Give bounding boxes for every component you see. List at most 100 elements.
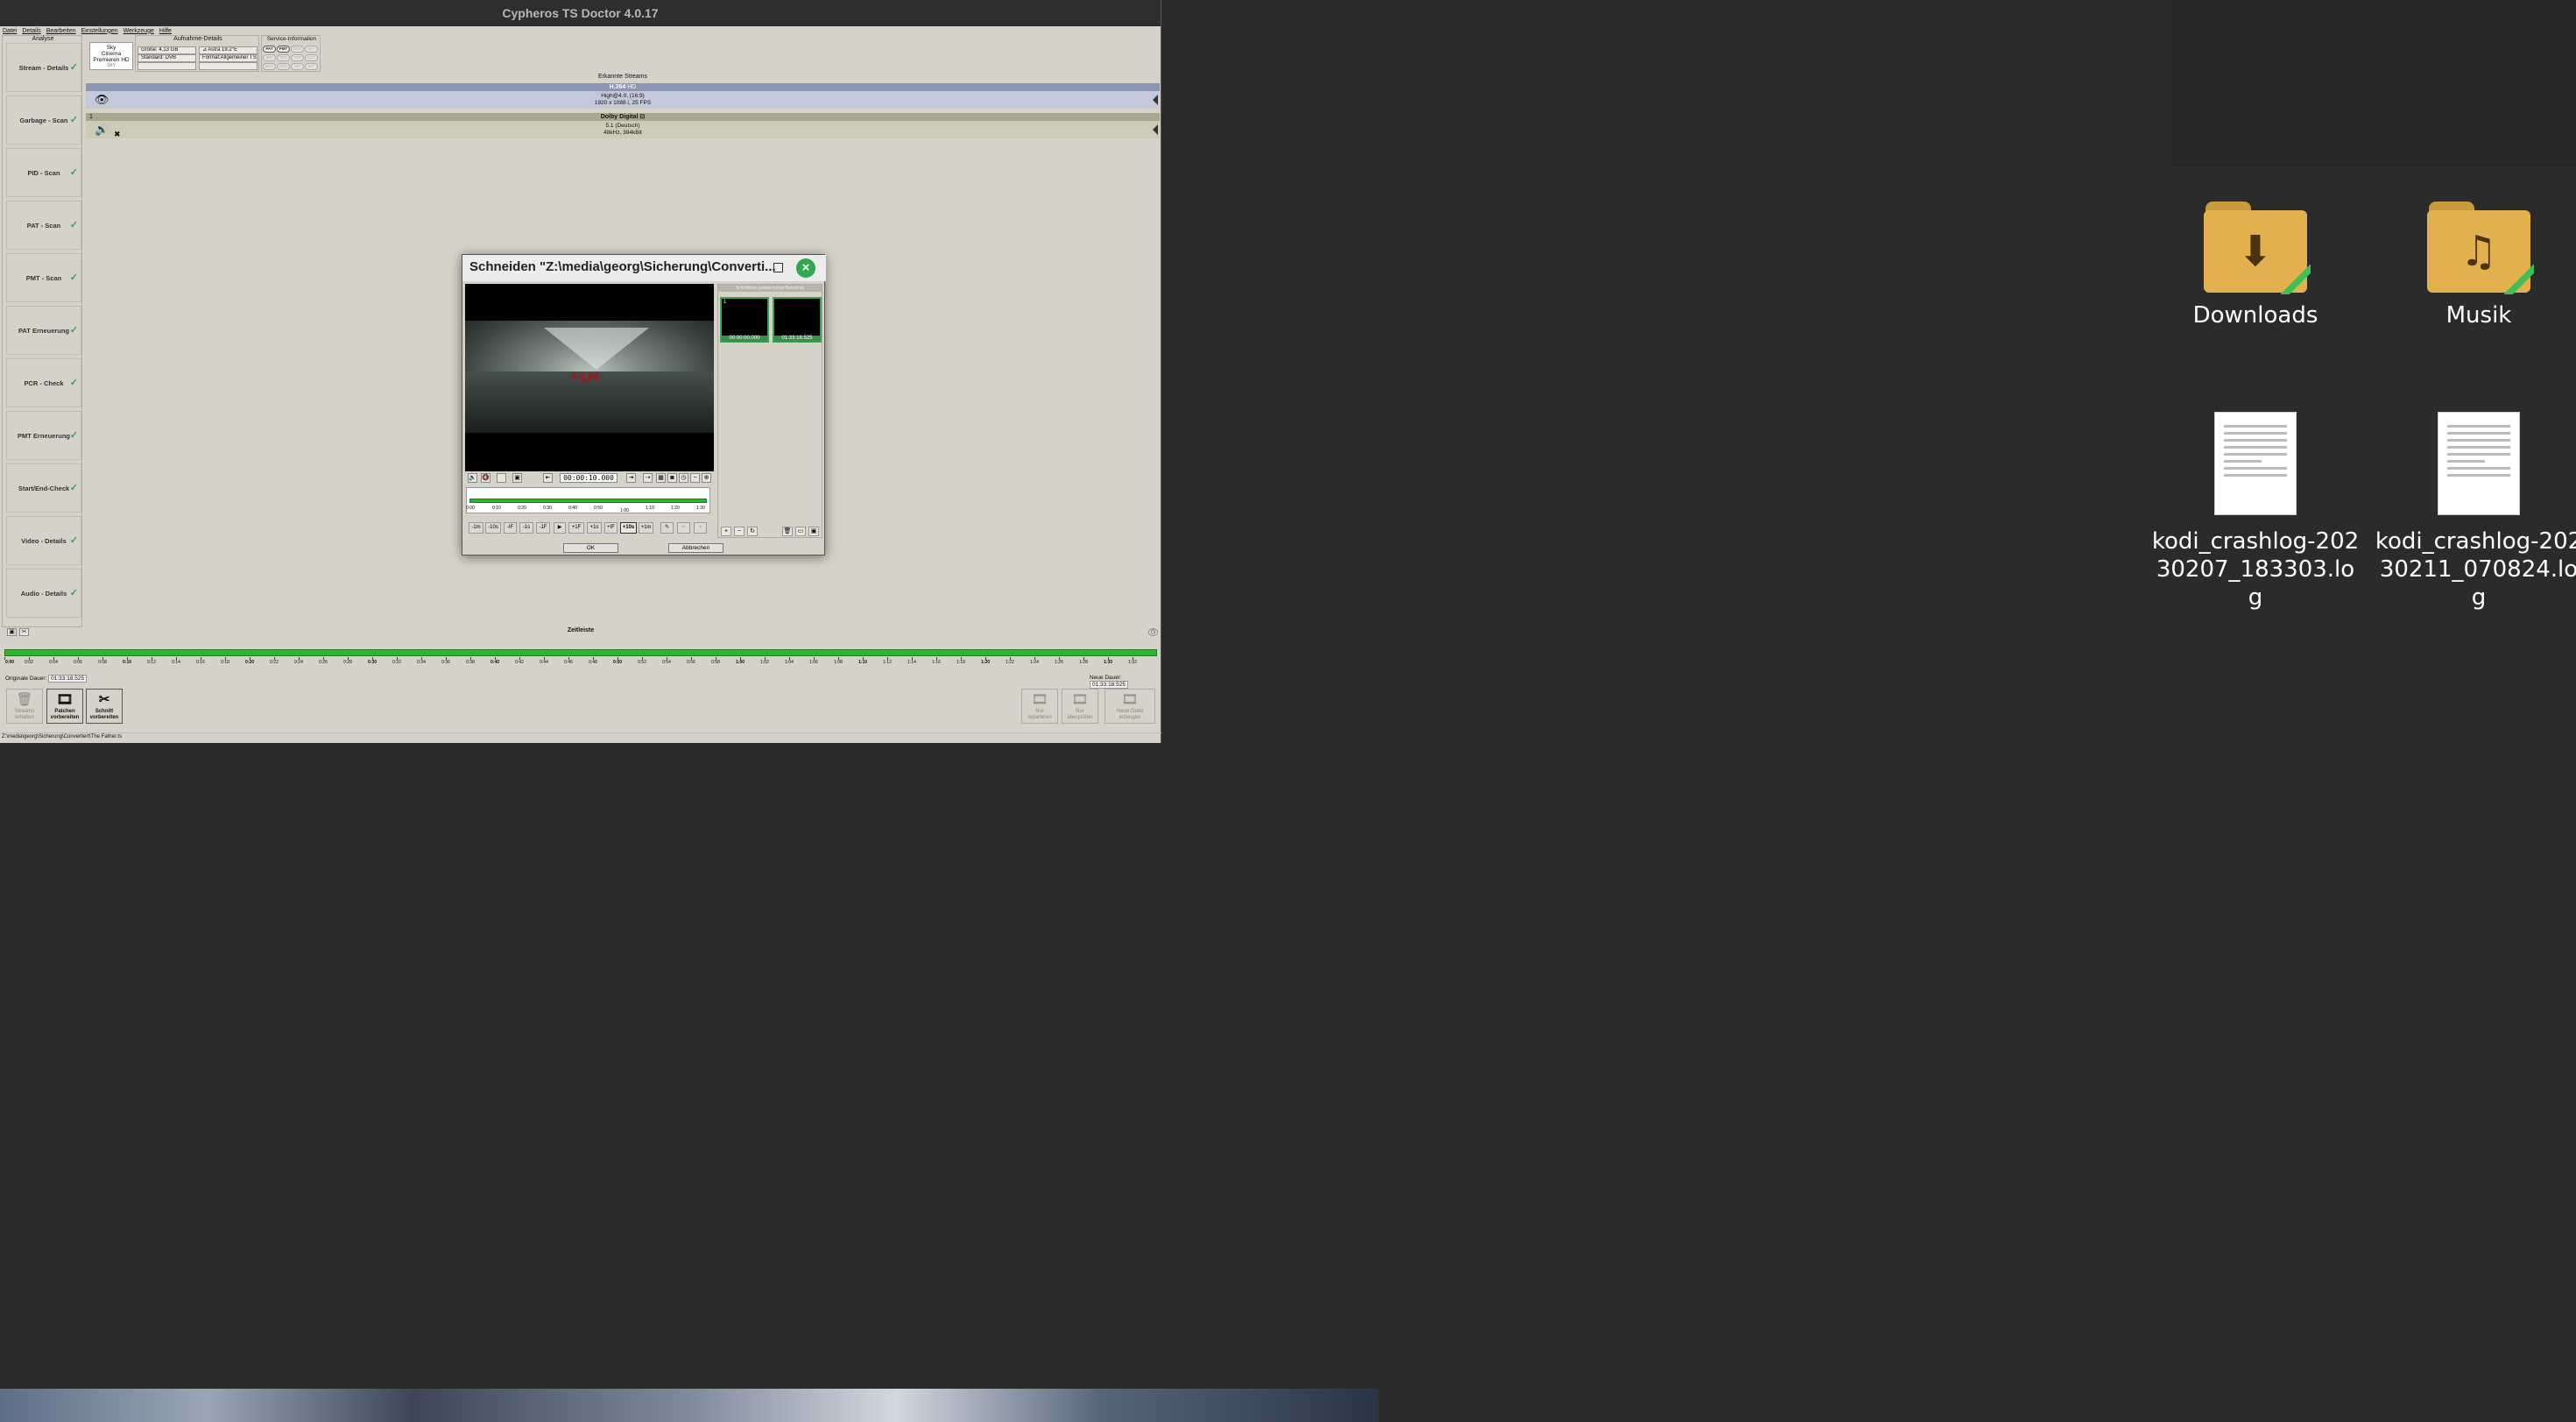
create-new-file-button[interactable]: 🎞 Neue Datei erzeugen [1105,689,1155,724]
audio-stream-row[interactable]: 🔊 ✖ 5.1 (Deutsch) 48kHz, 384kBit [86,121,1160,138]
jump-start-icon[interactable]: ⇤ [543,473,553,483]
pencil-icon[interactable]: ✎ [660,522,674,534]
cut-marker-start[interactable]: 1 00:00:00.000 [720,297,769,343]
step-minus-10s[interactable]: -10s [485,522,501,534]
blank-button[interactable] [497,473,506,483]
step-plus-1s[interactable]: +1s [587,522,602,534]
streams-keep-button[interactable]: 🗑 Streams erhalten [6,689,43,724]
eye-icon[interactable]: 👁 [95,93,109,107]
analysis-audio-details[interactable]: Audio - Details ✓ [6,569,81,618]
open-folder-icon[interactable]: ▭ [795,527,806,536]
analysis-video-details[interactable]: Video - Details ✓ [6,516,81,565]
menu-hilfe[interactable]: Hilfe [159,28,172,34]
scissors-icon[interactable]: ✂ [677,522,690,534]
desktop-icon-downloads[interactable]: ⬇ Downloads [2150,202,2361,329]
cut-timeline-bar[interactable] [469,499,707,503]
tick-label: 1:20 [671,506,680,511]
step-plus-if[interactable]: +IF [604,522,618,534]
step-plus-10s[interactable]: +10s [620,522,637,534]
timeline-tick-label: 0:16 [196,660,205,665]
clock-icon[interactable]: ◷ [1148,628,1158,636]
menu-datei[interactable]: Datei [3,28,17,34]
film-check-icon: 🎞 [1071,692,1089,707]
repair-only-button[interactable]: 🎞 Nur reparieren [1021,689,1058,724]
menu-details[interactable]: Details [22,28,40,34]
check-only-button[interactable]: 🎞 Nur überprüfen [1062,689,1098,724]
grid-icon[interactable]: ▦ [656,473,666,483]
add-cut-icon[interactable]: + [721,527,731,536]
tick-label: 0:20 [518,506,526,511]
remove-cut-icon[interactable]: − [734,527,745,536]
detected-streams-title: Erkannte Streams [597,74,648,80]
desktop-icon-musik[interactable]: ♫ Musik [2374,202,2576,329]
menu-bearbeiten[interactable]: Bearbeiten [46,28,76,34]
step-plus-1m[interactable]: +1m [639,522,653,534]
step-minus-1f[interactable]: -1F [536,522,550,534]
cancel-button[interactable]: Abbrechen [668,543,723,553]
step-minus-if[interactable]: -IF [504,522,517,534]
collapse-arrow-icon[interactable] [1153,95,1158,105]
check-icon: ✓ [69,272,78,283]
analysis-pat-scan[interactable]: PAT - Scan ✓ [6,201,81,250]
delete-icon[interactable]: 🗑 [782,527,793,536]
cut-timeline[interactable]: 0:00 0:10 0:20 0:30 0:40 0:50 1:00 1:10 … [466,487,710,513]
play-icon[interactable]: ▶ [554,522,566,534]
mute-icon[interactable]: 🔇 [481,473,490,483]
close-icon[interactable]: × [796,258,815,278]
video-stream-header[interactable]: H.264 HD [86,83,1160,91]
collapse-arrow-icon[interactable] [1153,124,1158,135]
timeline-track[interactable] [4,649,1157,656]
dialog-titlebar[interactable]: Schneiden "Z:\media\georg\Sicherung\Conv… [462,255,826,281]
timeline-tick-label: 0:52 [638,660,646,665]
analysis-pat-erneuerung[interactable]: PAT Erneuerung ✓ [6,306,81,355]
tick-label: 0:10 [492,506,501,511]
save-frame-icon[interactable]: ▣ [512,473,522,483]
analysis-pmt-scan[interactable]: PMT - Scan ✓ [6,253,81,302]
add-marker-icon[interactable]: + [694,522,707,534]
menu-einstellungen[interactable]: Einstellungen [81,28,118,34]
refresh-icon[interactable]: ↻ [747,527,758,536]
desktop-icon-crashlog-1[interactable]: kodi_crashlog-20230207_183303.log [2150,412,2361,612]
prepare-patch-button[interactable]: 🎞 Patchen vorbereiten [46,689,83,724]
timeline-tick-label: 0:12 [147,660,156,665]
volume-icon[interactable]: 🔈 [468,473,477,483]
timeline-tick-label: 0:04 [49,660,58,665]
cut-marker-end[interactable]: 01:33:18.525 [773,297,822,343]
timeline-tick-label: 0:50 [612,660,623,665]
audio-stream-header[interactable]: 1 Dolby Digital ⊡ [86,113,1160,121]
step-minus-1s[interactable]: -1s [519,522,533,534]
jump-end-icon[interactable]: ⇥ [626,473,636,483]
save-icon[interactable]: ▣ [808,527,819,536]
clock-icon[interactable]: ◷ [679,473,688,483]
analysis-pid-scan[interactable]: PID - Scan ✓ [6,148,81,197]
analysis-pcr-check[interactable]: PCR - Check ✓ [6,358,81,407]
maximize-icon[interactable] [773,263,783,272]
next-cut-icon[interactable]: ⇢ [643,473,653,483]
camera-icon[interactable]: ◙ [667,473,677,483]
prepare-cut-button[interactable]: ✂ Schnitt vorbereiten [86,689,123,724]
timeline-tick-label: 0:42 [515,660,524,665]
ok-button[interactable]: OK [563,543,618,553]
timeline-tick-label: 1:04 [785,660,794,665]
desktop-icon-crashlog-2[interactable]: kodi_crashlog-20230211_070824.log [2374,412,2576,612]
tools-icon[interactable]: ✖ [114,127,121,141]
analysis-garbage-scan[interactable]: Garbage - Scan ✓ [6,96,81,145]
video-stream-row[interactable]: 👁 High@4.0, (16:9) 1920 x 1088 i, 25 FPS [86,91,1160,109]
step-plus-1f[interactable]: +1F [568,522,584,534]
speaker-icon[interactable]: 🔊 [95,123,109,137]
analysis-pmt-erneuerung[interactable]: PMT Erneuerung ✓ [6,411,81,460]
analysis-start-end-check[interactable]: Start/End-Check ✓ [6,463,81,513]
timeline-tick-label: 1:28 [1079,660,1088,665]
timeline-tick-label: 0:34 [417,660,426,665]
recording-header: Sky Cinema Premieren HD SKY Aufnahme-Det… [86,35,1160,75]
zoom-in-icon[interactable]: ⊕ [702,473,711,483]
video-preview[interactable]: FILM [465,284,714,471]
file-size: Größe: 4,13 GB [138,46,196,54]
analysis-stream-details[interactable]: Stream - Details ✓ [6,43,81,92]
timecode-field[interactable]: 00:00:10.000 [560,473,618,483]
step-minus-1m[interactable]: -1m [469,522,483,534]
window-titlebar[interactable]: Cypheros TS Doctor 4.0.17 [0,0,1161,26]
zoom-out-icon[interactable]: − [690,473,700,483]
tick-label: 1:30 [696,506,705,511]
menu-werkzeuge[interactable]: Werkzeuge [124,28,154,34]
